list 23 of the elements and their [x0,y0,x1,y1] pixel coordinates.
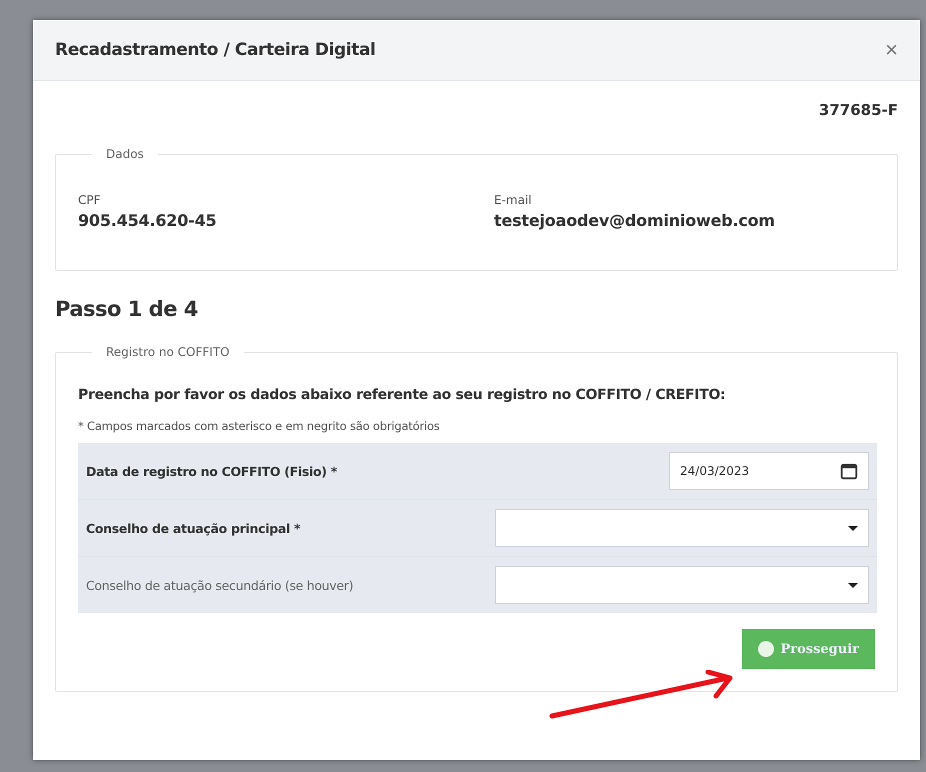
modal-title: Recadastramento / Carteira Digital [55,40,376,60]
step-heading: Passo 1 de 4 [55,297,199,321]
required-note: * Campos marcados com asterisco e em negrito são obrigatórios [78,419,441,433]
field-label: CPF [78,193,102,207]
registration-number: 377685-F [818,101,898,121]
panel-legend: Dados [92,147,158,161]
caret-icon [848,526,858,530]
field-value: testejoaodev@dominioweb.com [494,211,776,230]
form-label: Conselho de atuação principal * [86,520,300,536]
instruction-text: Preencha por favor os dados abaixo referente ao seu registro no COFFITO / CREFITO: [78,387,726,403]
field-label: E-mail [494,193,533,207]
form-label: Conselho de atuação secundário (se houver) [86,578,354,592]
circle-icon [758,641,774,657]
calendar-icon[interactable] [840,462,858,480]
select-field[interactable] [495,566,869,604]
field-value: 905.454.620-45 [78,211,218,230]
proceed-button[interactable]: Prosseguir [742,629,875,669]
close-button[interactable]: × [885,37,898,63]
caret-icon [848,582,858,588]
panel-legend: Registro no COFFITO [92,345,244,359]
form-label: Data de registro no COFFITO (Fisio) * [86,464,337,478]
select-field[interactable] [495,509,869,547]
date-field[interactable]: 24/03/2023 [669,452,869,490]
